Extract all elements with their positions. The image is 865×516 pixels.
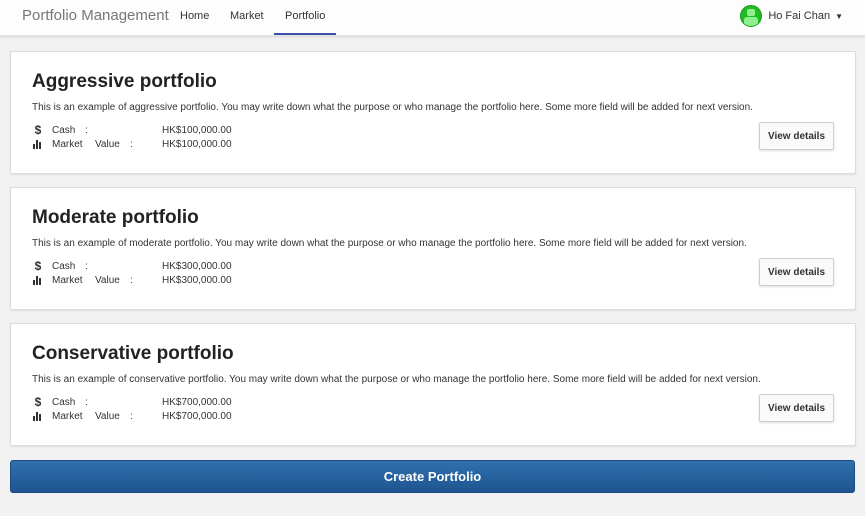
avatar [740, 5, 763, 27]
dollar-icon: $ [34, 259, 42, 273]
bar-chart-icon [32, 409, 44, 422]
portfolio-card: Aggressive portfolio This is an example … [10, 51, 856, 174]
top-navbar: Portfolio Management Home Market Portfol… [0, 0, 865, 36]
portfolio-card: Conservative portfolio This is an exampl… [10, 323, 856, 446]
user-name: Ho Fai Chan [768, 10, 831, 22]
view-details-button[interactable]: View details [759, 258, 834, 286]
portfolio-card: Moderate portfolio This is an example of… [10, 187, 856, 310]
cash-value: HK$100,000.00 [162, 125, 232, 136]
user-menu[interactable]: Ho Fai Chan ▼ [740, 5, 843, 27]
portfolio-title: Conservative portfolio [32, 343, 234, 364]
market-label: Market [52, 275, 83, 286]
bar-chart-icon [32, 137, 44, 150]
nav-market[interactable]: Market [230, 10, 264, 22]
create-portfolio-button[interactable]: Create Portfolio [10, 460, 855, 493]
value-label: Value [95, 275, 120, 286]
caret-down-icon: ▼ [835, 11, 843, 21]
market-label: Market [52, 139, 83, 150]
cash-label: Cash [52, 125, 76, 136]
cash-value: HK$300,000.00 [162, 261, 232, 272]
nav-home[interactable]: Home [180, 10, 209, 22]
market-value: HK$100,000.00 [162, 139, 232, 150]
portfolio-description: This is an example of conservative portf… [32, 374, 761, 385]
portfolio-title: Aggressive portfolio [32, 71, 217, 92]
bar-chart-icon [32, 273, 44, 286]
portfolio-description: This is an example of aggressive portfol… [32, 102, 753, 113]
active-tab-indicator [274, 33, 336, 35]
cash-value: HK$700,000.00 [162, 397, 232, 408]
portfolio-description: This is an example of moderate portfolio… [32, 238, 747, 249]
view-details-button[interactable]: View details [759, 122, 834, 150]
brand-title[interactable]: Portfolio Management [22, 7, 169, 24]
market-label: Market [52, 411, 83, 422]
value-label: Value [95, 411, 120, 422]
value-label: Value [95, 139, 120, 150]
view-details-button[interactable]: View details [759, 394, 834, 422]
dollar-icon: $ [34, 123, 42, 137]
market-value: HK$700,000.00 [162, 411, 232, 422]
cash-label: Cash [52, 397, 76, 408]
dollar-icon: $ [34, 395, 42, 409]
portfolio-title: Moderate portfolio [32, 207, 199, 228]
nav-portfolio[interactable]: Portfolio [285, 10, 325, 22]
market-value: HK$300,000.00 [162, 275, 232, 286]
cash-label: Cash [52, 261, 76, 272]
